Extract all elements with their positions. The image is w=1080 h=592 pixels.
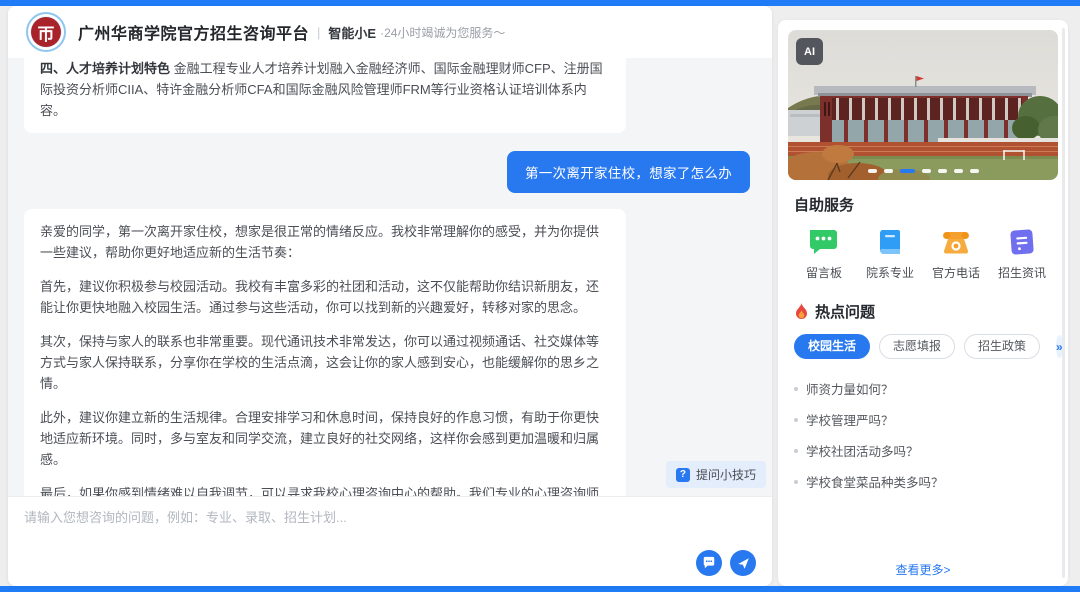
- user-message-row: 第一次离开家住校，想家了怎么办: [24, 151, 750, 193]
- carousel-dot[interactable]: [884, 169, 893, 173]
- quick-chat-button[interactable]: [696, 550, 722, 576]
- question-mark-icon: ?: [676, 468, 690, 482]
- sidebar-scrollbar[interactable]: [1062, 28, 1065, 578]
- page-title: 广州华商学院官方招生咨询平台: [78, 20, 309, 44]
- bullet-dot-icon: [794, 480, 798, 484]
- tag-application[interactable]: 志愿填报: [879, 334, 955, 359]
- carousel-dot[interactable]: [868, 169, 877, 173]
- chat-input[interactable]: [24, 507, 624, 547]
- self-service-row: 留言板 院系专业: [778, 215, 1068, 281]
- question-tips-label: 提问小技巧: [696, 466, 756, 483]
- carousel-dot[interactable]: [954, 169, 963, 173]
- view-more-link[interactable]: 查看更多>: [778, 561, 1068, 578]
- hot-question[interactable]: 师资力量如何？: [794, 373, 1052, 404]
- tag-campus-life[interactable]: 校园生活: [794, 334, 870, 359]
- carousel-dot-active[interactable]: [900, 169, 915, 173]
- hot-question-list: 师资力量如何？ 学校管理严吗？ 学校社团活动多吗？ 学校食堂菜品种类多吗？: [794, 373, 1052, 497]
- hot-topics-title: 热点问题: [815, 301, 875, 322]
- hot-question[interactable]: 学校管理严吗？: [794, 404, 1052, 435]
- carousel-dot[interactable]: [922, 169, 931, 173]
- hot-question-label: 师资力量如何？: [806, 379, 894, 398]
- chat-message-area[interactable]: 四、人才培养计划特色 金融工程专业人才培养计划融入金融经济师、国际金融理财师CF…: [8, 58, 772, 496]
- news-icon: [1007, 227, 1037, 257]
- flame-icon: [794, 303, 809, 320]
- service-admission-news[interactable]: 招生资讯: [994, 227, 1050, 281]
- sidebar-panel: AI 自助服务 留言: [778, 20, 1068, 586]
- hot-question[interactable]: 学校社团活动多吗？: [794, 435, 1052, 466]
- bullet-dot-icon: [794, 418, 798, 422]
- hot-topic-tags: 校园生活 志愿填报 招生政策 »: [794, 334, 1058, 359]
- assistant-tagline: ·24小时竭诚为您服务～: [380, 24, 505, 41]
- send-button[interactable]: [730, 550, 756, 576]
- user-message: 第一次离开家住校，想家了怎么办: [507, 151, 750, 193]
- carousel-dot[interactable]: [970, 169, 979, 173]
- hot-question-label: 学校社团活动多吗？: [806, 441, 919, 460]
- service-departments[interactable]: 院系专业: [862, 227, 918, 281]
- send-icon: [737, 557, 750, 570]
- message-board-icon: [808, 227, 840, 257]
- chat-input-area: [8, 496, 772, 586]
- book-icon: [875, 227, 905, 257]
- page-background: 帀 广州华商学院官方招生咨询平台 | 智能小E ·24小时竭诚为您服务～ 四、人…: [0, 6, 1080, 586]
- question-tips-button[interactable]: ? 提问小技巧: [666, 461, 766, 488]
- ai-note-heading: 四、人才培养计划特色: [40, 61, 170, 76]
- chat-panel: 帀 广州华商学院官方招生咨询平台 | 智能小E ·24小时竭诚为您服务～ 四、人…: [8, 6, 772, 586]
- school-logo: 帀: [26, 12, 66, 52]
- ai-message-truncated: 四、人才培养计划特色 金融工程专业人才培养计划融入金融经济师、国际金融理财师CF…: [24, 58, 626, 133]
- hot-question[interactable]: 学校食堂菜品种类多吗？: [794, 466, 1052, 497]
- chat-bubble-icon: [702, 556, 716, 570]
- chat-header: 帀 广州华商学院官方招生咨询平台 | 智能小E ·24小时竭诚为您服务～: [8, 6, 772, 58]
- ai-badge: AI: [796, 38, 823, 65]
- hot-topics-header: 热点问题: [794, 301, 1052, 322]
- service-label: 院系专业: [866, 264, 914, 281]
- ai-reply-paragraph: 此外，建议你建立新的生活规律。合理安排学习和休息时间，保持良好的作息习惯，有助于…: [40, 407, 610, 470]
- ai-reply-paragraph: 亲爱的同学，第一次离开家住校，想家是很正常的情绪反应。我校非常理解你的感受，并为…: [40, 221, 610, 263]
- service-label: 招生资讯: [998, 264, 1046, 281]
- hot-question-label: 学校食堂菜品种类多吗？: [806, 472, 944, 491]
- campus-photo: [788, 30, 1058, 180]
- school-logo-seal: 帀: [31, 17, 61, 47]
- service-message-board[interactable]: 留言板: [796, 227, 852, 281]
- carousel-dot[interactable]: [938, 169, 947, 173]
- ai-reply-paragraph: 其次，保持与家人的联系也非常重要。现代通讯技术非常发达，你可以通过视频通话、社交…: [40, 331, 610, 394]
- self-service-title: 自助服务: [794, 194, 1052, 215]
- bullet-dot-icon: [794, 449, 798, 453]
- campus-photo-carousel[interactable]: AI: [788, 30, 1058, 180]
- bullet-dot-icon: [794, 387, 798, 391]
- phone-icon: [940, 227, 972, 257]
- ai-reply-paragraph: 最后，如果你感到情绪难以自我调节，可以寻求我校心理咨询中心的帮助。我们专业的心理…: [40, 483, 610, 496]
- title-separator: |: [317, 25, 320, 40]
- tag-policy[interactable]: 招生政策: [964, 334, 1040, 359]
- service-label: 留言板: [806, 264, 842, 281]
- service-official-phone[interactable]: 官方电话: [928, 227, 984, 281]
- ai-reply-paragraph: 首先，建议你积极参与校园活动。我校有丰富多彩的社团和活动，这不仅能帮助你结识新朋…: [40, 276, 610, 318]
- service-label: 官方电话: [932, 264, 980, 281]
- ai-reply-message: 亲爱的同学，第一次离开家住校，想家是很正常的情绪反应。我校非常理解你的感受，并为…: [24, 209, 626, 496]
- assistant-name: 智能小E: [328, 23, 376, 42]
- hot-question-label: 学校管理严吗？: [806, 410, 894, 429]
- app-window: 帀 广州华商学院官方招生咨询平台 | 智能小E ·24小时竭诚为您服务～ 四、人…: [0, 0, 1080, 592]
- carousel-dots: [788, 169, 1058, 173]
